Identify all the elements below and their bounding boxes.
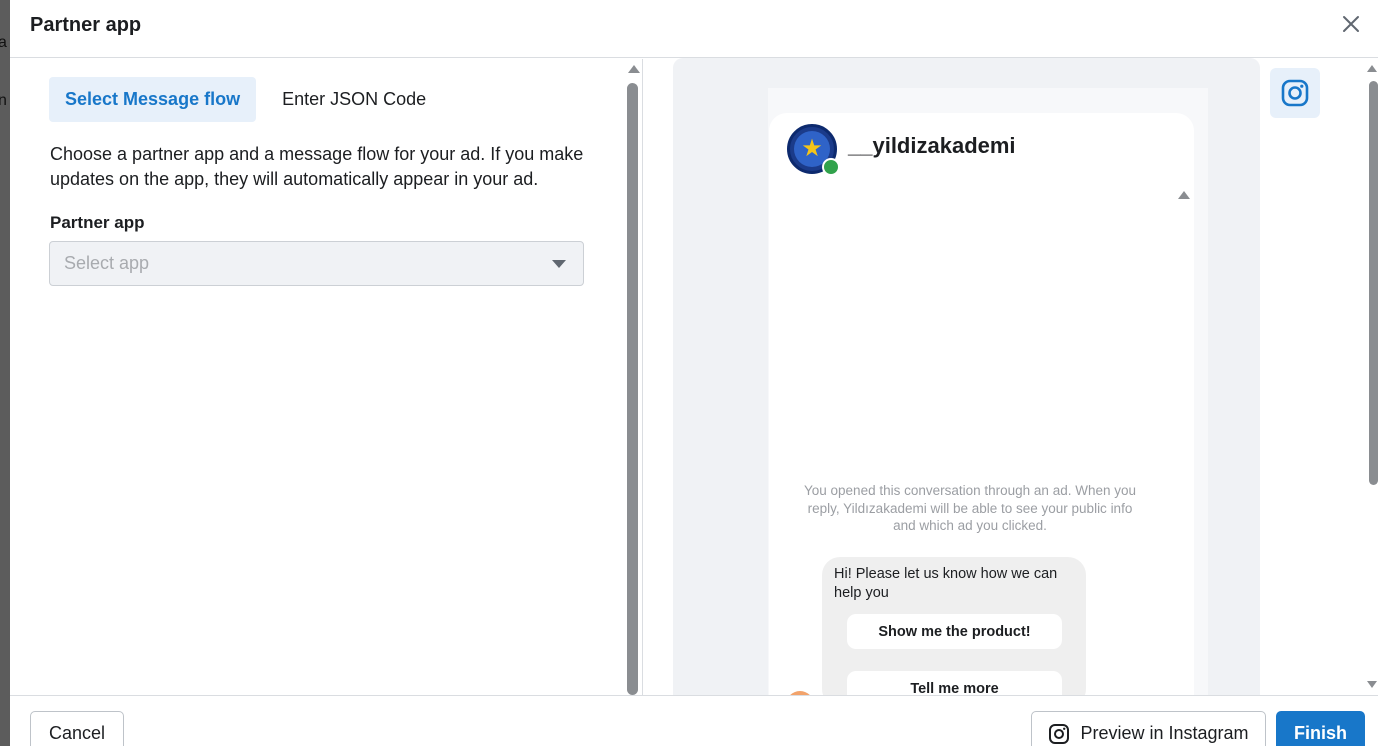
tab-enter-json-code[interactable]: Enter JSON Code — [266, 77, 442, 122]
close-button[interactable] — [1340, 13, 1362, 35]
pane-divider — [642, 59, 643, 695]
background-text-fragment: n — [0, 92, 7, 109]
left-scrollbar[interactable] — [626, 59, 642, 695]
preview-in-instagram-button[interactable]: Preview in Instagram — [1031, 711, 1266, 746]
quick-reply-button[interactable]: Show me the product! — [847, 614, 1062, 649]
scrollbar-thumb[interactable] — [627, 83, 638, 695]
instagram-placement-button[interactable] — [1270, 68, 1320, 118]
dialog-footer: Cancel Preview in Instagram Finish — [10, 695, 1378, 746]
instagram-icon — [1281, 79, 1309, 107]
message-text: Hi! Please let us know how we can help y… — [834, 566, 1058, 601]
scroll-down-arrow-icon[interactable] — [1367, 681, 1377, 688]
chat-preview: ★ __yildizakademi You opened this conver… — [769, 113, 1194, 695]
configuration-pane: Select Message flow Enter JSON Code Choo… — [10, 59, 642, 695]
cancel-button[interactable]: Cancel — [30, 711, 124, 746]
right-scrollbar[interactable] — [1366, 59, 1378, 695]
partner-app-dialog: Partner app Select Message flow Enter JS… — [10, 0, 1378, 746]
chat-username: __yildizakademi — [848, 133, 1016, 158]
ad-preview-area: ★ __yildizakademi You opened this conver… — [673, 58, 1260, 695]
scroll-up-arrow-icon[interactable] — [1367, 65, 1377, 72]
flow-tabs: Select Message flow Enter JSON Code — [49, 77, 442, 122]
scroll-up-arrow-icon[interactable] — [628, 65, 640, 73]
background-page-edge: a n — [0, 0, 10, 746]
dialog-title: Partner app — [30, 14, 142, 36]
online-status-dot — [822, 158, 840, 176]
message-bubble: Hi! Please let us know how we can help y… — [822, 557, 1086, 695]
chat-scroll-up-icon[interactable] — [1178, 191, 1190, 199]
preview-button-label: Preview in Instagram — [1080, 723, 1249, 743]
select-placeholder: Select app — [64, 253, 150, 273]
description-text: Choose a partner app and a message flow … — [50, 144, 584, 189]
ad-notice-text: You opened this conversation through an … — [804, 483, 1136, 533]
quick-reply-button[interactable]: Tell me more — [847, 671, 1062, 695]
close-icon — [1343, 16, 1359, 32]
tab-select-message-flow[interactable]: Select Message flow — [49, 77, 257, 122]
partner-app-label: Partner app — [50, 213, 145, 232]
chevron-down-icon — [552, 260, 566, 268]
scrollbar-thumb[interactable] — [1369, 81, 1378, 485]
partner-app-select[interactable]: Select app — [49, 241, 584, 286]
dialog-header: Partner app — [10, 0, 1378, 58]
background-text-fragment: a — [0, 34, 7, 51]
instagram-icon — [1049, 723, 1070, 744]
finish-button[interactable]: Finish — [1276, 711, 1365, 746]
